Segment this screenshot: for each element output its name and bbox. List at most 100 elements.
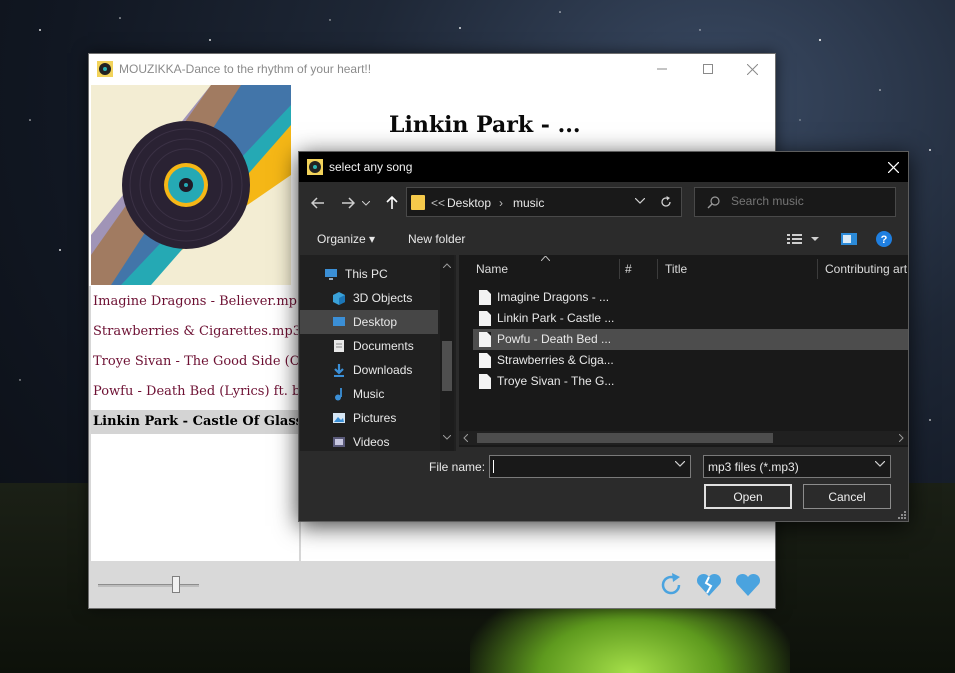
playlist-item[interactable]: Strawberries & Cigarettes.mp3 — [91, 320, 299, 344]
file-type-filter-value: mp3 files (*.mp3) — [708, 460, 799, 474]
search-box[interactable] — [694, 187, 896, 217]
vinyl-app-icon — [307, 159, 323, 175]
file-list-horizontal-scrollbar[interactable] — [459, 431, 908, 445]
chevron-down-icon[interactable] — [635, 198, 645, 204]
file-type-filter[interactable]: mp3 files (*.mp3) — [703, 455, 891, 478]
nav-scrollbar[interactable] — [440, 255, 454, 451]
navigation-pane[interactable]: Videos Pictures Music Downloads Documents Des… — [300, 255, 456, 451]
organize-menu[interactable]: Organize ▾ — [317, 232, 375, 246]
column-header-title[interactable]: Title — [665, 255, 687, 283]
breadcrumb-desktop[interactable]: Desktop — [447, 196, 491, 210]
search-input[interactable] — [731, 194, 881, 208]
file-name: Strawberries & Ciga... — [497, 353, 614, 367]
refresh-icon[interactable] — [657, 571, 685, 599]
video-icon — [333, 437, 345, 447]
address-bar[interactable]: << Desktop › music — [406, 187, 682, 217]
playlist[interactable]: Imagine Dragons - Believer.mp3 Strawberri… — [89, 286, 301, 562]
file-name: Powfu - Death Bed ... — [497, 332, 612, 346]
forward-button[interactable] — [337, 192, 359, 214]
view-options-icon[interactable] — [787, 234, 819, 245]
file-row[interactable]: Powfu - Death Bed ... — [473, 329, 908, 350]
open-button[interactable]: Open — [704, 484, 792, 509]
folder-icon — [411, 195, 425, 210]
resize-grip-icon[interactable] — [898, 511, 906, 519]
playlist-item[interactable]: Troye Sivan - The Good Side (Official Au… — [91, 350, 299, 374]
cancel-button[interactable]: Cancel — [803, 484, 891, 509]
help-icon[interactable]: ? — [876, 231, 892, 247]
dialog-titlebar[interactable]: select any song — [299, 152, 908, 182]
close-icon — [887, 161, 899, 173]
file-row[interactable]: Linkin Park - Castle ... — [473, 308, 908, 329]
nav-item-label: 3D Objects — [353, 291, 413, 305]
dialog-title: select any song — [329, 160, 413, 174]
file-name-input[interactable] — [489, 455, 691, 478]
heart-icon[interactable] — [734, 571, 762, 599]
nav-item[interactable]: This PC — [300, 262, 438, 286]
nav-item[interactable]: Music — [300, 382, 438, 406]
minimize-icon — [657, 68, 667, 70]
column-header-number[interactable]: # — [625, 255, 632, 283]
minimize-button[interactable] — [639, 54, 685, 84]
new-folder-button[interactable]: New folder — [408, 232, 465, 246]
sort-ascending-icon — [541, 256, 550, 261]
up-button[interactable] — [381, 192, 403, 214]
recent-locations-button[interactable] — [360, 192, 372, 214]
chevron-right-icon[interactable] — [899, 434, 904, 442]
preview-pane-icon[interactable] — [841, 233, 857, 245]
nav-item[interactable]: Videos — [300, 430, 438, 451]
now-playing-title: Linkin Park - ... — [389, 112, 581, 138]
chevron-left-icon[interactable] — [463, 434, 468, 442]
nav-item-label: Desktop — [353, 315, 398, 329]
breadcrumb-music[interactable]: music — [513, 196, 544, 210]
app-title: MOUZIKKA-Dance to the rhythm of your hea… — [119, 62, 372, 76]
file-row[interactable]: Imagine Dragons - ... — [473, 287, 908, 308]
arrow-right-icon — [342, 197, 355, 209]
playlist-item[interactable]: Imagine Dragons - Believer.mp3 — [91, 290, 299, 314]
file-icon — [479, 353, 491, 368]
nav-item[interactable]: Downloads — [300, 358, 438, 382]
playlist-item[interactable]: Powfu - Death Bed (Lyrics) ft. beabadoob… — [91, 380, 299, 404]
control-bar — [89, 561, 775, 608]
back-button[interactable] — [307, 192, 329, 214]
picture-icon — [333, 413, 345, 423]
chevron-up-icon[interactable] — [443, 263, 451, 268]
svg-text:?: ? — [881, 234, 888, 246]
file-name: Troye Sivan - The G... — [497, 374, 615, 388]
playlist-item[interactable]: Linkin Park - Castle Of Glass (lyrics).m… — [91, 410, 299, 434]
nav-item-label: Downloads — [353, 363, 413, 377]
column-divider[interactable] — [657, 259, 658, 279]
nav-scrollbar-thumb[interactable] — [442, 341, 452, 391]
file-row[interactable]: Strawberries & Ciga... — [473, 350, 908, 371]
column-divider[interactable] — [619, 259, 620, 279]
volume-slider-thumb[interactable] — [171, 576, 180, 593]
volume-slider-track[interactable] — [98, 584, 199, 587]
file-icon — [479, 332, 491, 347]
column-header-contributing-artists[interactable]: Contributing art — [825, 255, 907, 283]
nav-item[interactable]: 3D Objects — [300, 286, 438, 310]
maximize-button[interactable] — [685, 54, 731, 84]
nav-item-label: Videos — [353, 435, 390, 449]
broken-heart-icon[interactable] — [695, 571, 723, 599]
nav-item[interactable]: Desktop — [300, 310, 438, 334]
scrollbar-thumb[interactable] — [477, 433, 773, 443]
chevron-down-icon[interactable] — [675, 461, 685, 467]
column-header-name[interactable]: Name — [476, 255, 508, 283]
nav-item-label: This PC — [345, 267, 388, 281]
file-list-pane[interactable]: Name # Title Contributing art Imagine Dr… — [459, 255, 908, 447]
close-button[interactable] — [729, 54, 775, 84]
select-song-dialog: select any song << Desktop › music Organ… — [298, 151, 909, 522]
refresh-icon[interactable] — [659, 195, 673, 209]
nav-item[interactable]: Pictures — [300, 406, 438, 430]
vinyl-record-art — [91, 85, 291, 285]
column-divider[interactable] — [817, 259, 818, 279]
nav-item[interactable]: Documents — [300, 334, 438, 358]
file-row[interactable]: Troye Sivan - The G... — [473, 371, 908, 392]
cube-icon — [333, 292, 345, 305]
app-titlebar[interactable]: MOUZIKKA-Dance to the rhythm of your hea… — [89, 54, 775, 84]
chevron-down-icon[interactable] — [875, 461, 885, 467]
chevron-right-icon: › — [499, 196, 503, 210]
dialog-close-button[interactable] — [878, 152, 908, 182]
file-icon — [479, 290, 491, 305]
music-note-icon — [335, 388, 342, 401]
chevron-down-icon[interactable] — [443, 435, 451, 440]
